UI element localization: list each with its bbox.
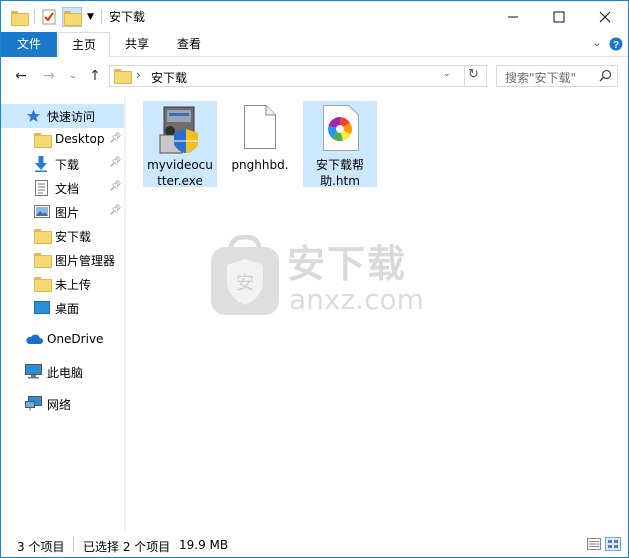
- explorer-window: ▼ 安下载 文件 主页 共享 查看 ⌄ ? ← → ⌄ ↑ › 安下载 ⌄ ↻ …: [0, 0, 629, 558]
- sidebar-item-anxz[interactable]: 安下载: [1, 224, 124, 248]
- folder-icon: [34, 229, 52, 244]
- watermark-en-text: anxz.com: [289, 283, 424, 316]
- computer-icon: [25, 364, 42, 379]
- sidebar-item-label: 桌面: [55, 302, 80, 316]
- breadcrumb-separator: ›: [136, 68, 141, 82]
- pin-icon: 📌︎: [109, 157, 122, 168]
- maximize-button[interactable]: [536, 1, 582, 32]
- navigation-bar: ← → ⌄ ↑ › 安下载 ⌄ ↻ 搜索"安下载": [1, 57, 628, 95]
- pin-icon: 📌︎: [109, 133, 122, 144]
- sidebar-item-label: 快速访问: [47, 110, 96, 124]
- file-item[interactable]: pnghhbd.: [223, 101, 297, 187]
- new-folder-icon[interactable]: [62, 7, 82, 27]
- tab-file[interactable]: 文件: [1, 32, 57, 57]
- svg-text:?: ?: [613, 40, 619, 51]
- file-item[interactable]: 安下载帮 助.htm: [303, 101, 377, 189]
- pin-icon: 📌︎: [109, 181, 122, 192]
- status-bar: 3 个项目 已选择 2 个项目 19.9 MB: [1, 531, 628, 557]
- sidebar-item-downloads[interactable]: 下载 📌︎: [1, 152, 124, 176]
- file-list: myvideocu tter.exe pnghhbd. 安下载帮 助.htm 安…: [126, 95, 628, 531]
- address-dropdown-chevron-icon[interactable]: ⌄: [443, 69, 451, 79]
- folder-icon: [34, 277, 52, 292]
- sidebar-item-label: 图片管理器: [55, 254, 116, 268]
- folder-icon: [114, 69, 132, 85]
- address-bar[interactable]: › 安下载 ⌄ ↻: [109, 65, 487, 87]
- file-name: pnghhbd.: [223, 157, 297, 173]
- network-icon: [25, 396, 42, 411]
- status-item-count: 3 个项目: [17, 540, 65, 554]
- tab-share[interactable]: 共享: [115, 32, 159, 57]
- status-size: 19.9 MB: [179, 538, 229, 552]
- desktop-icon: [34, 301, 50, 315]
- star-icon: [26, 109, 42, 123]
- close-button[interactable]: [582, 1, 628, 32]
- title-bar: ▼ 安下载: [1, 1, 628, 32]
- sidebar-item-desktop-cn[interactable]: 桌面: [1, 296, 124, 320]
- sidebar-item-quick-access[interactable]: 快速访问: [1, 104, 124, 128]
- document-icon: [35, 180, 51, 196]
- navigation-pane: 快速访问 Desktop 📌︎ 下载 📌︎ 文档 📌︎ 图片 📌︎ 安下载 图片…: [1, 95, 125, 531]
- cloud-icon: [25, 333, 43, 347]
- svg-text:安: 安: [236, 273, 254, 294]
- watermark-cn-text: 安下载: [287, 242, 408, 286]
- folder-icon: [34, 253, 52, 268]
- sidebar-item-this-pc[interactable]: 此电脑: [1, 360, 124, 384]
- sidebar-item-label: 未上传: [55, 278, 92, 292]
- expand-ribbon-chevron-icon[interactable]: ⌄: [589, 32, 605, 57]
- search-input[interactable]: 搜索"安下载": [505, 69, 576, 86]
- breadcrumb-current[interactable]: 安下载: [151, 69, 187, 86]
- sidebar-item-label: 网络: [47, 398, 72, 412]
- sidebar-item-label: 下载: [55, 158, 80, 172]
- sidebar-item-label: OneDrive: [47, 332, 104, 346]
- file-name-line: tter.exe: [157, 174, 203, 188]
- recent-locations-chevron-icon[interactable]: ⌄: [63, 66, 83, 86]
- folder-icon: [11, 7, 29, 27]
- tab-view[interactable]: 查看: [167, 32, 211, 57]
- file-name-line: 助.htm: [320, 174, 360, 188]
- sidebar-item-pictures[interactable]: 图片 📌︎: [1, 200, 124, 224]
- anxz-watermark: 安 安下载 anxz.com: [209, 233, 429, 323]
- blank-file-icon: [244, 105, 276, 152]
- customize-toolbar-chevron-icon[interactable]: ▼: [87, 7, 94, 27]
- sidebar-item-label: 图片: [55, 206, 80, 220]
- browser-html-icon: [321, 105, 359, 154]
- download-arrow-icon: [34, 156, 50, 172]
- details-view-icon[interactable]: [587, 538, 601, 553]
- forward-arrow-icon[interactable]: →: [39, 66, 59, 86]
- picture-icon: [34, 205, 50, 219]
- sidebar-item-not-uploaded[interactable]: 未上传: [1, 272, 124, 296]
- file-name-line: 安下载帮: [315, 158, 364, 172]
- sidebar-item-label: 文档: [55, 182, 80, 196]
- sidebar-item-label: 安下载: [55, 230, 92, 244]
- folder-icon: [34, 133, 52, 148]
- status-selected: 已选择 2 个项目: [83, 540, 171, 554]
- file-item[interactable]: myvideocu tter.exe: [143, 101, 217, 189]
- sidebar-item-label: 此电脑: [47, 366, 84, 380]
- sidebar-item-documents[interactable]: 文档 📌︎: [1, 176, 124, 200]
- minimize-button[interactable]: [490, 1, 536, 32]
- file-name: myvideocu tter.exe: [143, 157, 217, 189]
- sidebar-item-network[interactable]: 网络: [1, 392, 124, 416]
- sidebar-item-label: Desktop: [55, 132, 105, 146]
- help-icon[interactable]: ?: [607, 32, 625, 57]
- sidebar-item-onedrive[interactable]: OneDrive: [1, 328, 124, 352]
- installer-exe-icon: [156, 105, 204, 158]
- properties-checkmark-icon[interactable]: [41, 7, 57, 27]
- large-icons-view-icon[interactable]: [605, 537, 621, 551]
- window-title: 安下载: [109, 10, 146, 24]
- file-name-line: myvideocu: [147, 158, 213, 172]
- refresh-icon[interactable]: ↻: [468, 67, 479, 82]
- sidebar-item-picture-manager[interactable]: 图片管理器: [1, 248, 124, 272]
- search-icon[interactable]: [599, 69, 612, 85]
- sidebar-item-desktop[interactable]: Desktop 📌︎: [1, 128, 124, 152]
- file-name-line: pnghhbd.: [231, 158, 289, 172]
- pin-icon: 📌︎: [109, 205, 122, 216]
- search-box[interactable]: 搜索"安下载": [496, 65, 618, 87]
- up-arrow-icon[interactable]: ↑: [85, 66, 105, 86]
- tab-home[interactable]: 主页: [58, 32, 110, 58]
- back-arrow-icon[interactable]: ←: [11, 66, 31, 86]
- file-name: 安下载帮 助.htm: [303, 157, 377, 189]
- ribbon-tabs: 文件 主页 共享 查看 ⌄ ?: [1, 32, 628, 58]
- shield-bag-logo-icon: 安: [209, 234, 281, 320]
